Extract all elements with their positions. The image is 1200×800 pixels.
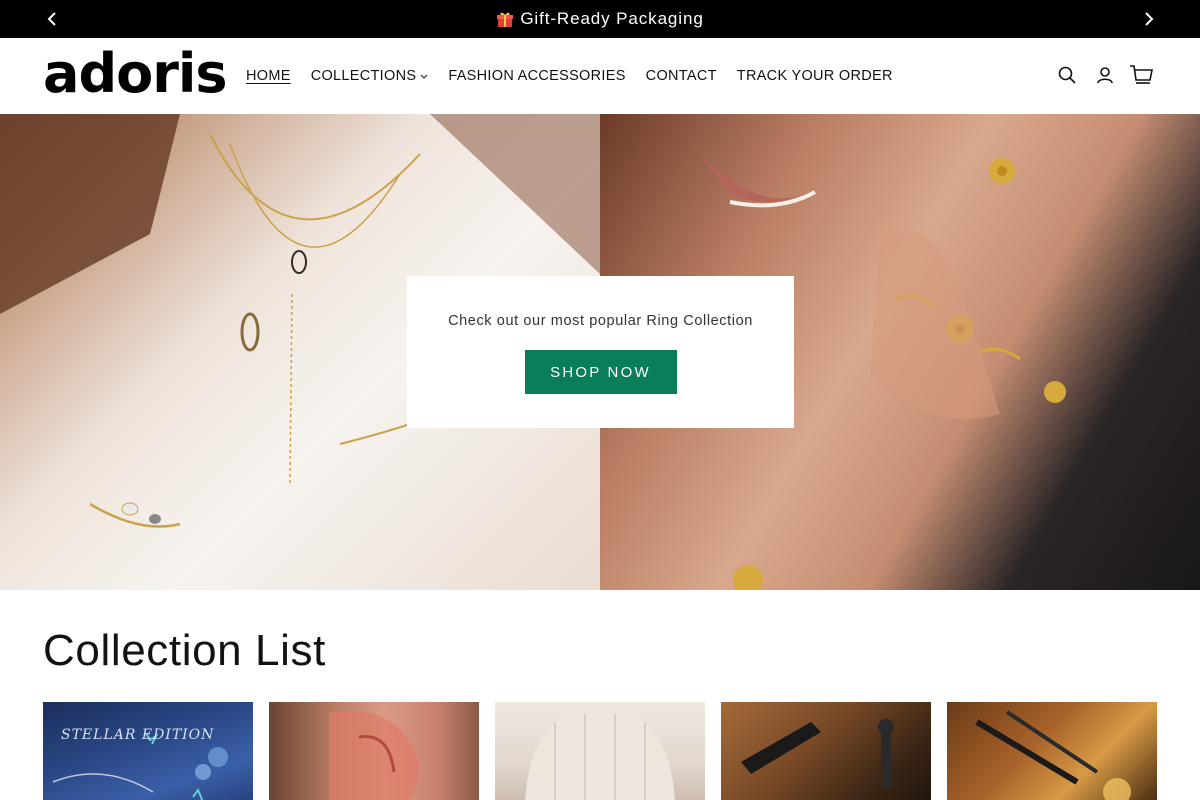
announcement-bar: Gift-Ready Packaging <box>0 0 1200 38</box>
search-icon <box>1058 66 1076 84</box>
gift-icon <box>496 10 514 28</box>
nav-item-collections[interactable]: COLLECTIONS <box>311 68 429 84</box>
nav-item-label: FASHION ACCESSORIES <box>448 68 626 84</box>
collection-card[interactable]: STELLAR EDITION <box>43 702 253 800</box>
hero-banner: Check out our most popular Ring Collecti… <box>0 114 1200 590</box>
nav-item-label: COLLECTIONS <box>310 68 417 84</box>
announcement-next-button[interactable] <box>1130 0 1168 38</box>
hero-text: Check out our most popular Ring Collecti… <box>448 313 753 329</box>
collection-image-workshop <box>975 710 1131 800</box>
chevron-left-icon <box>47 12 56 26</box>
cart-button[interactable] <box>1128 62 1154 88</box>
hero-cta-card: Check out our most popular Ring Collecti… <box>407 276 794 428</box>
cart-icon <box>1130 65 1153 84</box>
site-header: adoris HOME COLLECTIONS FASHION ACCESSOR… <box>0 38 1200 114</box>
shop-now-button[interactable]: SHOP NOW <box>524 350 677 394</box>
nav-item-label: TRACK YOUR ORDER <box>736 68 893 84</box>
chevron-down-icon <box>420 74 428 79</box>
account-icon <box>1097 67 1113 84</box>
announcement-text: Gift-Ready Packaging <box>520 9 704 28</box>
announcement-message: Gift-Ready Packaging <box>496 9 703 29</box>
collection-image-ear <box>329 710 419 800</box>
nav-item-contact[interactable]: CONTACT <box>646 68 717 84</box>
collection-image-beanie <box>525 707 675 800</box>
collection-list-title: Collection List <box>43 626 326 675</box>
main-nav: HOME COLLECTIONS FASHION ACCESSORIES CON… <box>246 38 893 114</box>
nav-item-fashion-accessories[interactable]: FASHION ACCESSORIES <box>448 68 625 84</box>
site-logo[interactable]: adoris <box>43 46 227 102</box>
collection-card[interactable] <box>495 702 705 800</box>
collection-image-text: STELLAR EDITION <box>61 727 215 743</box>
nav-item-label: HOME <box>246 68 291 84</box>
collection-card[interactable] <box>269 702 479 800</box>
search-button[interactable] <box>1054 62 1080 88</box>
account-button[interactable] <box>1092 62 1118 88</box>
collection-card[interactable] <box>947 702 1157 800</box>
collection-image-tools <box>741 719 894 787</box>
nav-item-track-order[interactable]: TRACK YOUR ORDER <box>737 68 893 84</box>
collection-card[interactable] <box>721 702 931 800</box>
chevron-right-icon <box>1145 12 1154 26</box>
nav-item-home[interactable]: HOME <box>246 68 291 84</box>
collection-image-stellar <box>52 733 228 800</box>
announcement-prev-button[interactable] <box>33 0 71 38</box>
nav-item-label: CONTACT <box>645 68 717 84</box>
